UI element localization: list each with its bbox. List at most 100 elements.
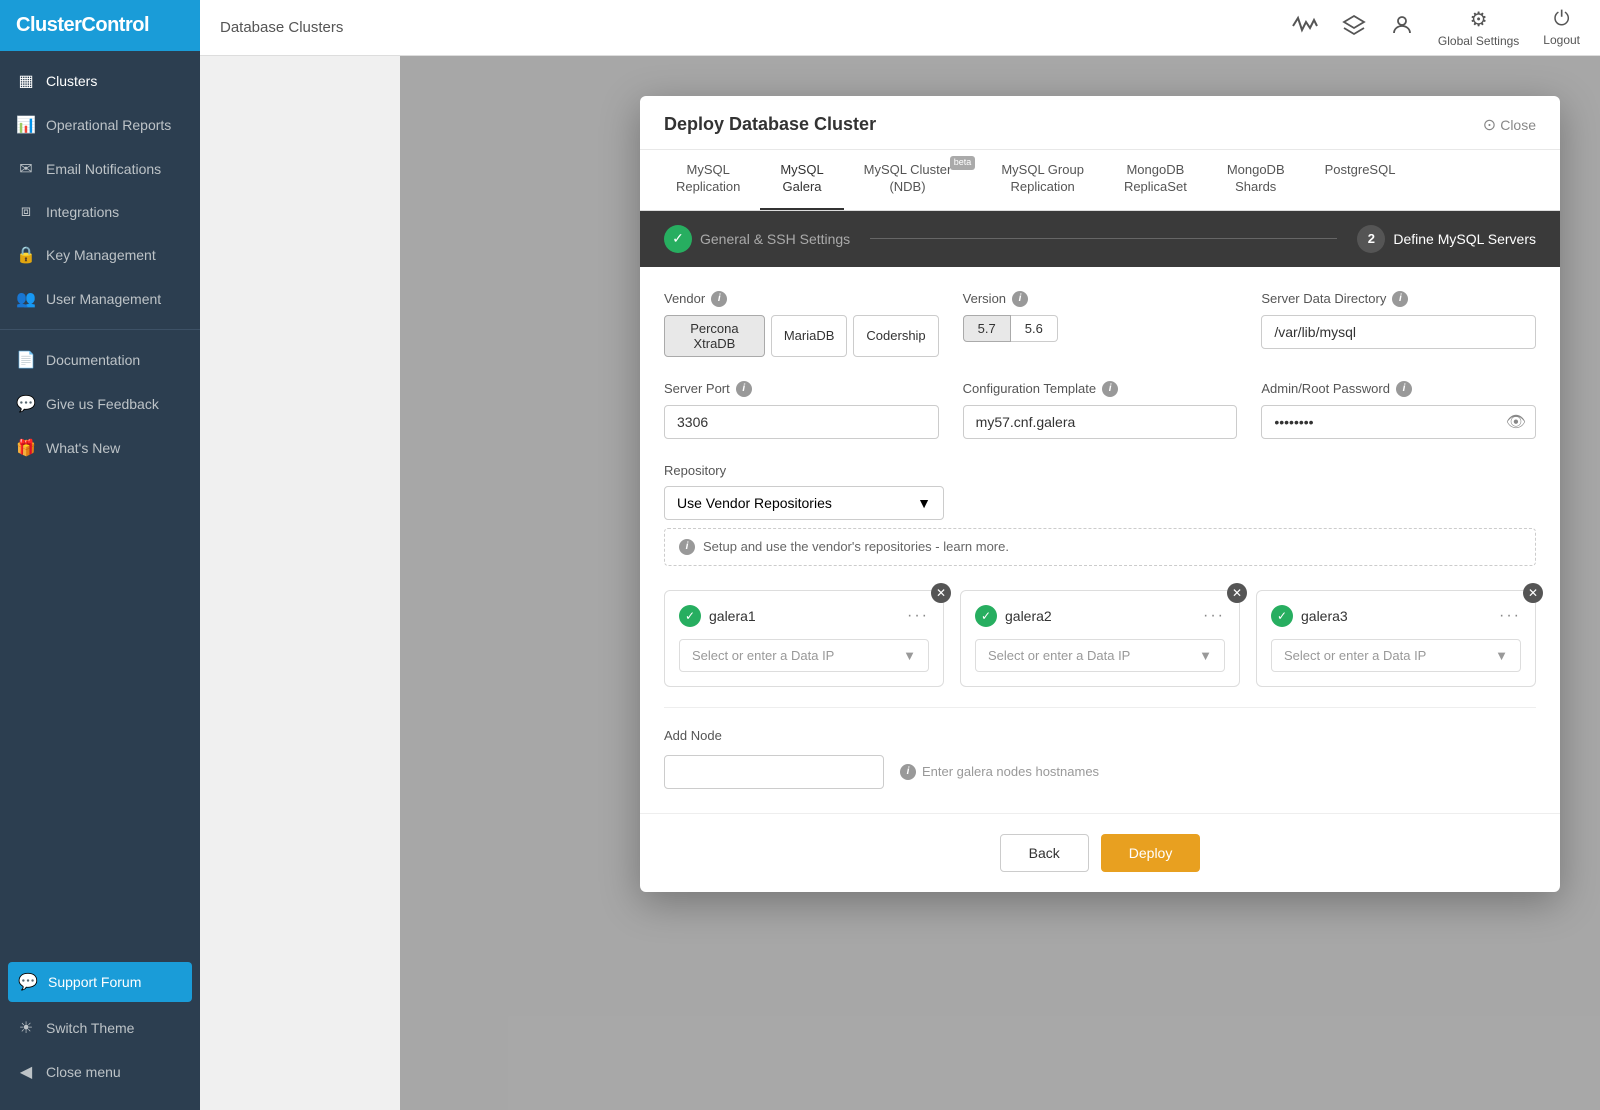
sidebar-item-clusters[interactable]: ▦ Clusters xyxy=(0,59,200,103)
config-template-input[interactable] xyxy=(963,405,1238,439)
modal-close-button[interactable]: ⊙ Close xyxy=(1483,115,1536,135)
server-name-row-galera2: ✓ galera2 xyxy=(975,605,1052,627)
admin-password-group: Admin/Root Password i 👁 xyxy=(1261,381,1536,439)
topbar-actions: ⚙ Global Settings ⏻ Logout xyxy=(1292,7,1580,48)
tab-postgresql[interactable]: PostgreSQL xyxy=(1305,150,1416,210)
sidebar-item-close-menu[interactable]: ◀ Close menu xyxy=(0,1050,200,1094)
app-logo[interactable]: ClusterControl xyxy=(0,0,200,51)
sidebar-item-support-forum[interactable]: 💬 Support Forum xyxy=(8,962,192,1002)
clusters-icon: ▦ xyxy=(16,71,36,91)
user-management-icon: 👥 xyxy=(16,289,36,309)
tab-mysql-galera[interactable]: MySQLGalera xyxy=(760,150,843,210)
data-ip-galera3[interactable]: Select or enter a Data IP ▼ xyxy=(1271,639,1521,672)
version-btn-56[interactable]: 5.6 xyxy=(1011,315,1058,342)
server-data-dir-label: Server Data Directory i xyxy=(1261,291,1536,307)
vendor-btn-mariadb[interactable]: MariaDB xyxy=(771,315,848,357)
sidebar-item-whats-new[interactable]: 🎁 What's New xyxy=(0,426,200,470)
server-check-galera3: ✓ xyxy=(1271,605,1293,627)
form-row-1: Vendor i Percona XtraDB MariaDB Codershi… xyxy=(664,291,1536,357)
config-template-info-icon[interactable]: i xyxy=(1102,381,1118,397)
add-node-label: Add Node xyxy=(664,728,1536,743)
sidebar-item-documentation[interactable]: 📄 Documentation xyxy=(0,338,200,382)
data-ip-chevron-galera1: ▼ xyxy=(903,648,916,663)
modal-footer: Back Deploy xyxy=(640,813,1560,892)
repository-label: Repository xyxy=(664,463,1536,478)
vendor-btn-codership[interactable]: Codership xyxy=(853,315,938,357)
close-circle-icon: ⊙ xyxy=(1483,115,1496,135)
user-icon[interactable] xyxy=(1390,13,1414,43)
step-1-label: General & SSH Settings xyxy=(700,231,850,247)
sidebar-item-email-notifications-label: Email Notifications xyxy=(46,161,161,177)
vendor-info-icon[interactable]: i xyxy=(711,291,727,307)
switch-theme-icon: ☀ xyxy=(16,1018,36,1038)
modal-body: Vendor i Percona XtraDB MariaDB Codershi… xyxy=(640,267,1560,813)
settings-icon: ⚙ xyxy=(1470,7,1488,32)
data-ip-galera1[interactable]: Select or enter a Data IP ▼ xyxy=(679,639,929,672)
server-menu-galera3[interactable]: ··· xyxy=(1499,607,1521,625)
data-ip-placeholder-galera3: Select or enter a Data IP xyxy=(1284,648,1426,663)
sidebar-item-feedback-label: Give us Feedback xyxy=(46,396,159,412)
server-menu-galera2[interactable]: ··· xyxy=(1203,607,1225,625)
form-row-2: Server Port i Configuration Template i xyxy=(664,381,1536,439)
tab-mysql-replication[interactable]: MySQLReplication xyxy=(656,150,760,210)
admin-password-info-icon[interactable]: i xyxy=(1396,381,1412,397)
data-ip-galera2[interactable]: Select or enter a Data IP ▼ xyxy=(975,639,1225,672)
email-notifications-icon: ✉ xyxy=(16,159,36,179)
add-node-input[interactable] xyxy=(664,755,884,789)
modal-tabs: MySQLReplication MySQLGalera MySQL Clust… xyxy=(640,150,1560,211)
page-body: Deploy Database Cluster ⊙ Close MySQLRep… xyxy=(200,56,1600,1110)
global-settings-action[interactable]: ⚙ Global Settings xyxy=(1438,7,1519,48)
server-close-galera2[interactable]: ✕ xyxy=(1227,583,1247,603)
switch-theme-label: Switch Theme xyxy=(46,1020,134,1036)
vendor-btn-percona[interactable]: Percona XtraDB xyxy=(664,315,765,357)
add-node-section: Add Node i Enter galera nodes hostnames xyxy=(664,707,1536,789)
sidebar-item-key-management[interactable]: 🔒 Key Management xyxy=(0,233,200,277)
repository-select[interactable]: Use Vendor Repositories ▼ xyxy=(664,486,944,520)
server-menu-galera1[interactable]: ··· xyxy=(907,607,929,625)
tab-mongodb-replicaset[interactable]: MongoDBReplicaSet xyxy=(1104,150,1207,210)
activity-icon[interactable] xyxy=(1292,14,1318,42)
sidebar-divider xyxy=(0,329,200,330)
sidebar-item-email-notifications[interactable]: ✉ Email Notifications xyxy=(0,147,200,191)
sidebar-item-integrations[interactable]: ⧈ Integrations xyxy=(0,191,200,233)
vendor-buttons: Percona XtraDB MariaDB Codership xyxy=(664,315,939,357)
step-2-label: Define MySQL Servers xyxy=(1393,231,1536,247)
sidebar-item-feedback[interactable]: 💬 Give us Feedback xyxy=(0,382,200,426)
version-btn-57[interactable]: 5.7 xyxy=(963,315,1011,342)
layers-icon[interactable] xyxy=(1342,14,1366,42)
deploy-modal: Deploy Database Cluster ⊙ Close MySQLRep… xyxy=(640,96,1560,892)
repo-info-icon: i xyxy=(679,539,695,555)
step-1-check: ✓ xyxy=(664,225,692,253)
step-1: ✓ General & SSH Settings xyxy=(664,225,850,253)
main-content: Database Clusters ⚙ G xyxy=(200,0,1600,1110)
server-close-galera1[interactable]: ✕ xyxy=(931,583,951,603)
deploy-button[interactable]: Deploy xyxy=(1101,834,1201,872)
admin-password-input[interactable] xyxy=(1261,405,1536,439)
sidebar-item-user-management[interactable]: 👥 User Management xyxy=(0,277,200,321)
tab-mysql-cluster-ndb[interactable]: MySQL Cluster(NDB) beta xyxy=(844,150,982,210)
sidebar-item-operational-reports[interactable]: 📊 Operational Reports xyxy=(0,103,200,147)
server-close-galera3[interactable]: ✕ xyxy=(1523,583,1543,603)
tab-mongodb-shards[interactable]: MongoDBShards xyxy=(1207,150,1305,210)
password-toggle-icon[interactable]: 👁 xyxy=(1506,412,1526,432)
back-button[interactable]: Back xyxy=(1000,834,1089,872)
server-data-dir-group: Server Data Directory i xyxy=(1261,291,1536,357)
server-port-group: Server Port i xyxy=(664,381,939,439)
sidebar-item-operational-reports-label: Operational Reports xyxy=(46,117,171,133)
add-node-hint: i Enter galera nodes hostnames xyxy=(900,764,1099,780)
add-node-row: i Enter galera nodes hostnames xyxy=(664,755,1536,789)
server-name-row-galera3: ✓ galera3 xyxy=(1271,605,1348,627)
version-info-icon[interactable]: i xyxy=(1012,291,1028,307)
data-ip-chevron-galera3: ▼ xyxy=(1495,648,1508,663)
server-card-galera3-header: ✓ galera3 ··· xyxy=(1271,605,1521,627)
server-port-info-icon[interactable]: i xyxy=(736,381,752,397)
logout-action[interactable]: ⏻ Logout xyxy=(1543,8,1580,47)
close-menu-icon: ◀ xyxy=(16,1062,36,1082)
sidebar-item-user-management-label: User Management xyxy=(46,291,161,307)
tab-mysql-group-replication[interactable]: MySQL GroupReplication xyxy=(981,150,1104,210)
server-port-input[interactable] xyxy=(664,405,939,439)
server-data-dir-input[interactable] xyxy=(1261,315,1536,349)
sidebar-item-switch-theme[interactable]: ☀ Switch Theme xyxy=(0,1006,200,1050)
server-data-dir-info-icon[interactable]: i xyxy=(1392,291,1408,307)
data-ip-chevron-galera2: ▼ xyxy=(1199,648,1212,663)
